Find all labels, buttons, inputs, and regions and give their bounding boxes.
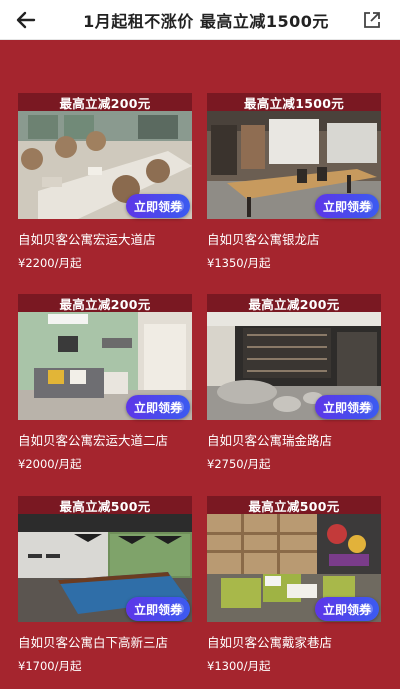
listing-price: ¥1700/月起 xyxy=(18,659,82,673)
listing-name[interactable]: 自如贝客公寓瑞金路店 xyxy=(207,430,387,449)
listing-price: ¥1350/月起 xyxy=(207,256,271,270)
listing-name[interactable]: 自如贝客公寓银龙店 xyxy=(207,229,387,248)
listing-card[interactable]: 最高立减500元 立即领券 自如贝客公寓戴家巷店 ¥1300/月起 xyxy=(207,496,381,689)
chevron-right-icon xyxy=(172,401,184,413)
listing-card[interactable]: 最高立减200元 立即领券 自如贝客公寓瑞金路店 ¥2750/月起 xyxy=(207,294,381,487)
listing-price: ¥1300/月起 xyxy=(207,659,271,673)
chevron-right-icon xyxy=(361,401,373,413)
listing-name[interactable]: 自如贝客公寓戴家巷店 xyxy=(207,632,387,651)
get-coupon-button[interactable]: 立即领券 xyxy=(126,194,190,218)
listing-price: ¥2200/月起 xyxy=(18,256,82,270)
discount-tag: 最高立减200元 xyxy=(18,294,192,312)
discount-tag: 最高立减500元 xyxy=(207,496,381,514)
chevron-right-icon xyxy=(361,200,373,212)
external-link-icon[interactable] xyxy=(360,8,384,32)
chevron-right-icon xyxy=(172,603,184,615)
listing-card[interactable]: 最高立减200元 立即领券 自如贝客公寓宏运大道店 ¥2200/月起 xyxy=(18,93,192,286)
page-title: 1月起租不涨价 最高立减1500元 xyxy=(83,12,329,31)
discount-tag: 最高立减200元 xyxy=(18,93,192,111)
discount-tag: 最高立减200元 xyxy=(207,294,381,312)
discount-tag: 最高立减1500元 xyxy=(207,93,381,111)
chevron-right-icon xyxy=(172,200,184,212)
listing-card[interactable]: 最高立减500元 立即领券 自如贝客公寓白下高新三店 ¥1700/月起 xyxy=(18,496,192,689)
listing-card[interactable]: 最高立减1500元 立即领券 自如贝客公寓银龙店 ¥1350/月起 xyxy=(207,93,381,286)
chevron-right-icon xyxy=(361,603,373,615)
get-coupon-button[interactable]: 立即领券 xyxy=(315,395,379,419)
top-bar: 1月起租不涨价 最高立减1500元 xyxy=(0,0,400,40)
listing-name[interactable]: 自如贝客公寓宏运大道二店 xyxy=(18,430,198,449)
get-coupon-button[interactable]: 立即领券 xyxy=(315,194,379,218)
listing-name[interactable]: 自如贝客公寓白下高新三店 xyxy=(18,632,198,651)
get-coupon-button[interactable]: 立即领券 xyxy=(126,597,190,621)
listing-price: ¥2750/月起 xyxy=(207,457,271,471)
discount-tag: 最高立减500元 xyxy=(18,496,192,514)
listing-price: ¥2000/月起 xyxy=(18,457,82,471)
get-coupon-button[interactable]: 立即领券 xyxy=(315,597,379,621)
arrow-left-icon[interactable] xyxy=(12,6,40,34)
listing-card[interactable]: 最高立减200元 立即领券 自如贝客公寓宏运大道二店 ¥2000/月起 xyxy=(18,294,192,487)
listing-name[interactable]: 自如贝客公寓宏运大道店 xyxy=(18,229,198,248)
get-coupon-button[interactable]: 立即领券 xyxy=(126,395,190,419)
